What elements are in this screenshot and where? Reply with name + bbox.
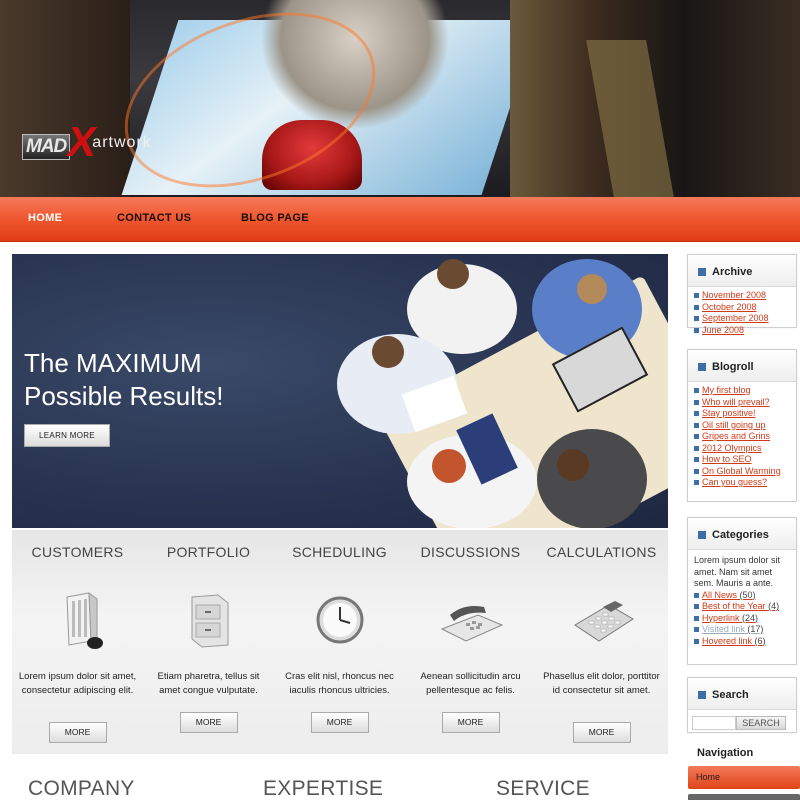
search-button[interactable]: SEARCH — [736, 716, 786, 730]
more-button[interactable]: MORE — [48, 722, 107, 743]
archive-link[interactable]: October 2008 — [694, 302, 791, 314]
service-heading: SERVICE — [496, 777, 590, 800]
feature-scheduling: SCHEDULING Cras elit nisl, rhoncus nec i… — [274, 530, 405, 733]
blogroll-link[interactable]: Who will prevail? — [694, 397, 791, 409]
blogroll-link[interactable]: How to SEO — [694, 454, 791, 466]
bullet-icon — [698, 268, 706, 276]
category-link[interactable]: Hovered link (6) — [694, 636, 791, 648]
blogroll-widget: Blogroll My first blog Who will prevail?… — [687, 349, 797, 502]
archive-link[interactable]: November 2008 — [694, 290, 791, 302]
search-title: Search — [712, 689, 749, 701]
feature-portfolio: PORTFOLIO Etiam pharetra, tellus sit ame… — [143, 530, 274, 733]
sidebar: Archive November 2008 October 2008 Septe… — [681, 242, 800, 800]
blogroll-link[interactable]: Can you guess? — [694, 477, 791, 489]
nav-home[interactable]: HOME — [28, 212, 62, 224]
bullet-icon — [698, 363, 706, 371]
categories-title: Categories — [712, 529, 769, 541]
feature-discussions: DISCUSSIONS Aenean sollicitudin arcu pel… — [405, 530, 536, 733]
main-nav: HOME CONTACT US BLOG PAGE — [0, 197, 800, 242]
blogroll-link[interactable]: Oil still going up — [694, 420, 791, 432]
nav-blog-page[interactable]: BLOG PAGE — [241, 212, 309, 224]
feature-text: Lorem ipsum dolor sit amet, consectetur … — [18, 671, 137, 696]
feature-title: DISCUSSIONS — [420, 544, 521, 560]
feature-calculations: CALCULATIONS Phasellus elit dolor, portt… — [536, 530, 667, 743]
blogroll-link[interactable]: Gripes and Grins — [694, 431, 791, 443]
feature-text: Cras elit nisl, rhoncus nec iaculis rhon… — [285, 671, 394, 696]
feature-text: Phasellus elit dolor, porttitor id conse… — [543, 671, 660, 696]
blogroll-title: Blogroll — [712, 361, 754, 373]
bullet-icon — [698, 531, 706, 539]
feature-text: Etiam pharetra, tellus sit amet congue v… — [157, 671, 260, 696]
bullet-icon — [698, 691, 706, 699]
navigation-title: Navigation — [697, 747, 754, 759]
search-input[interactable] — [692, 716, 736, 730]
feature-title: SCHEDULING — [292, 544, 387, 560]
hero-title: The MAXIMUM Possible Results! — [24, 348, 224, 411]
blogroll-link[interactable]: My first blog — [694, 385, 791, 397]
clock-icon — [305, 585, 375, 655]
feature-text: Aenean sollicitudin arcu pellentesque ac… — [420, 671, 521, 696]
navigation-item[interactable] — [688, 794, 800, 800]
more-button[interactable]: MORE — [572, 722, 631, 743]
search-widget: Search SEARCH — [687, 677, 797, 733]
archive-widget: Archive November 2008 October 2008 Septe… — [687, 254, 797, 335]
lower-section: COMPANY EXPERTISE SERVICE — [12, 765, 668, 800]
telephone-icon — [436, 585, 506, 655]
feature-title: CALCULATIONS — [546, 544, 657, 560]
archive-title: Archive — [712, 266, 753, 278]
categories-widget: Categories Lorem ipsum dolor sit amet. N… — [687, 517, 797, 665]
nav-contact-us[interactable]: CONTACT US — [117, 212, 191, 224]
categories-text: Lorem ipsum dolor sit amet. Nam sit amet… — [694, 555, 781, 588]
category-link[interactable]: Visited link (17) — [694, 624, 791, 636]
more-button[interactable]: MORE — [179, 712, 238, 733]
company-heading: COMPANY — [28, 777, 135, 800]
feature-customers: CUSTOMERS Lorem ipsum dolor sit amet, co… — [12, 530, 143, 743]
more-button[interactable]: MORE — [441, 712, 500, 733]
category-link[interactable]: Hyperlink (24) — [694, 613, 791, 625]
site-logo[interactable]: MAD X artwork — [22, 118, 152, 166]
expertise-heading: EXPERTISE — [263, 777, 384, 800]
category-link[interactable]: Best of the Year (4) — [694, 601, 791, 613]
blogroll-link[interactable]: Stay positive! — [694, 408, 791, 420]
calculator-icon — [567, 585, 637, 655]
building-icon — [43, 585, 113, 655]
archive-link[interactable]: June 2008 — [694, 325, 791, 337]
features-section: CUSTOMERS Lorem ipsum dolor sit amet, co… — [12, 530, 668, 754]
category-link[interactable]: All News (50) — [694, 590, 791, 602]
feature-title: CUSTOMERS — [31, 544, 124, 560]
header-banner: MAD X artwork — [0, 0, 800, 197]
blogroll-link[interactable]: On Global Warming — [694, 466, 791, 478]
file-cabinet-icon — [174, 585, 244, 655]
feature-title: PORTFOLIO — [166, 544, 251, 560]
logo-mad: MAD — [22, 134, 71, 160]
blogroll-link[interactable]: 2012 Olympics — [694, 443, 791, 455]
logo-artwork: artwork — [92, 134, 152, 151]
navigation-home[interactable]: Home — [688, 766, 800, 789]
more-button[interactable]: MORE — [310, 712, 369, 733]
learn-more-button[interactable]: LEARN MORE — [24, 424, 110, 447]
archive-link[interactable]: September 2008 — [694, 313, 791, 325]
